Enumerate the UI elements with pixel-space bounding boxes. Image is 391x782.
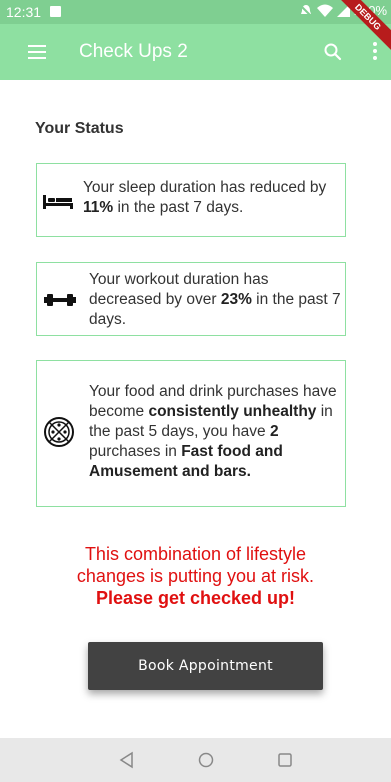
- wifi-icon: [316, 4, 333, 17]
- food-status-card: Your food and drink purchases have becom…: [36, 360, 346, 507]
- bed-icon: [43, 195, 73, 209]
- dumbbell-icon: [44, 294, 76, 306]
- warning-line-1: This combination of lifestyle: [84, 544, 307, 564]
- sleep-status-text: Your sleep duration has reduced by 11% i…: [83, 179, 327, 216]
- warning-line-2: changes is putting you at risk.: [76, 566, 315, 586]
- mute-icon: [299, 3, 313, 18]
- warning-line-3: Please get checked up!: [95, 588, 296, 608]
- sleep-status-card: Your sleep duration has reduced by 11% i…: [36, 163, 346, 237]
- menu-icon[interactable]: [28, 45, 46, 59]
- app-title: Check Ups 2: [79, 41, 188, 62]
- status-time: 12:31: [6, 4, 42, 20]
- home-icon[interactable]: [196, 750, 216, 770]
- pizza-icon: [44, 417, 74, 447]
- notification-icon: [50, 6, 61, 17]
- app-bar: Check Ups 2: [0, 24, 391, 80]
- status-bar: 12:31 100%: [0, 0, 391, 24]
- section-title: Your Status: [35, 120, 124, 137]
- back-icon[interactable]: [117, 750, 137, 770]
- risk-warning: This combination of lifestyle changes is…: [0, 543, 391, 609]
- food-status-text: Your food and drink purchases have becom…: [89, 383, 337, 480]
- system-nav-bar: [0, 738, 391, 782]
- workout-status-text: Your workout duration has decreased by o…: [89, 271, 341, 328]
- recents-icon[interactable]: [275, 750, 295, 770]
- workout-status-card: Your workout duration has decreased by o…: [36, 262, 346, 336]
- more-vert-icon[interactable]: [372, 42, 378, 64]
- book-appointment-button[interactable]: Book Appointment: [88, 642, 323, 690]
- search-icon[interactable]: [321, 40, 345, 64]
